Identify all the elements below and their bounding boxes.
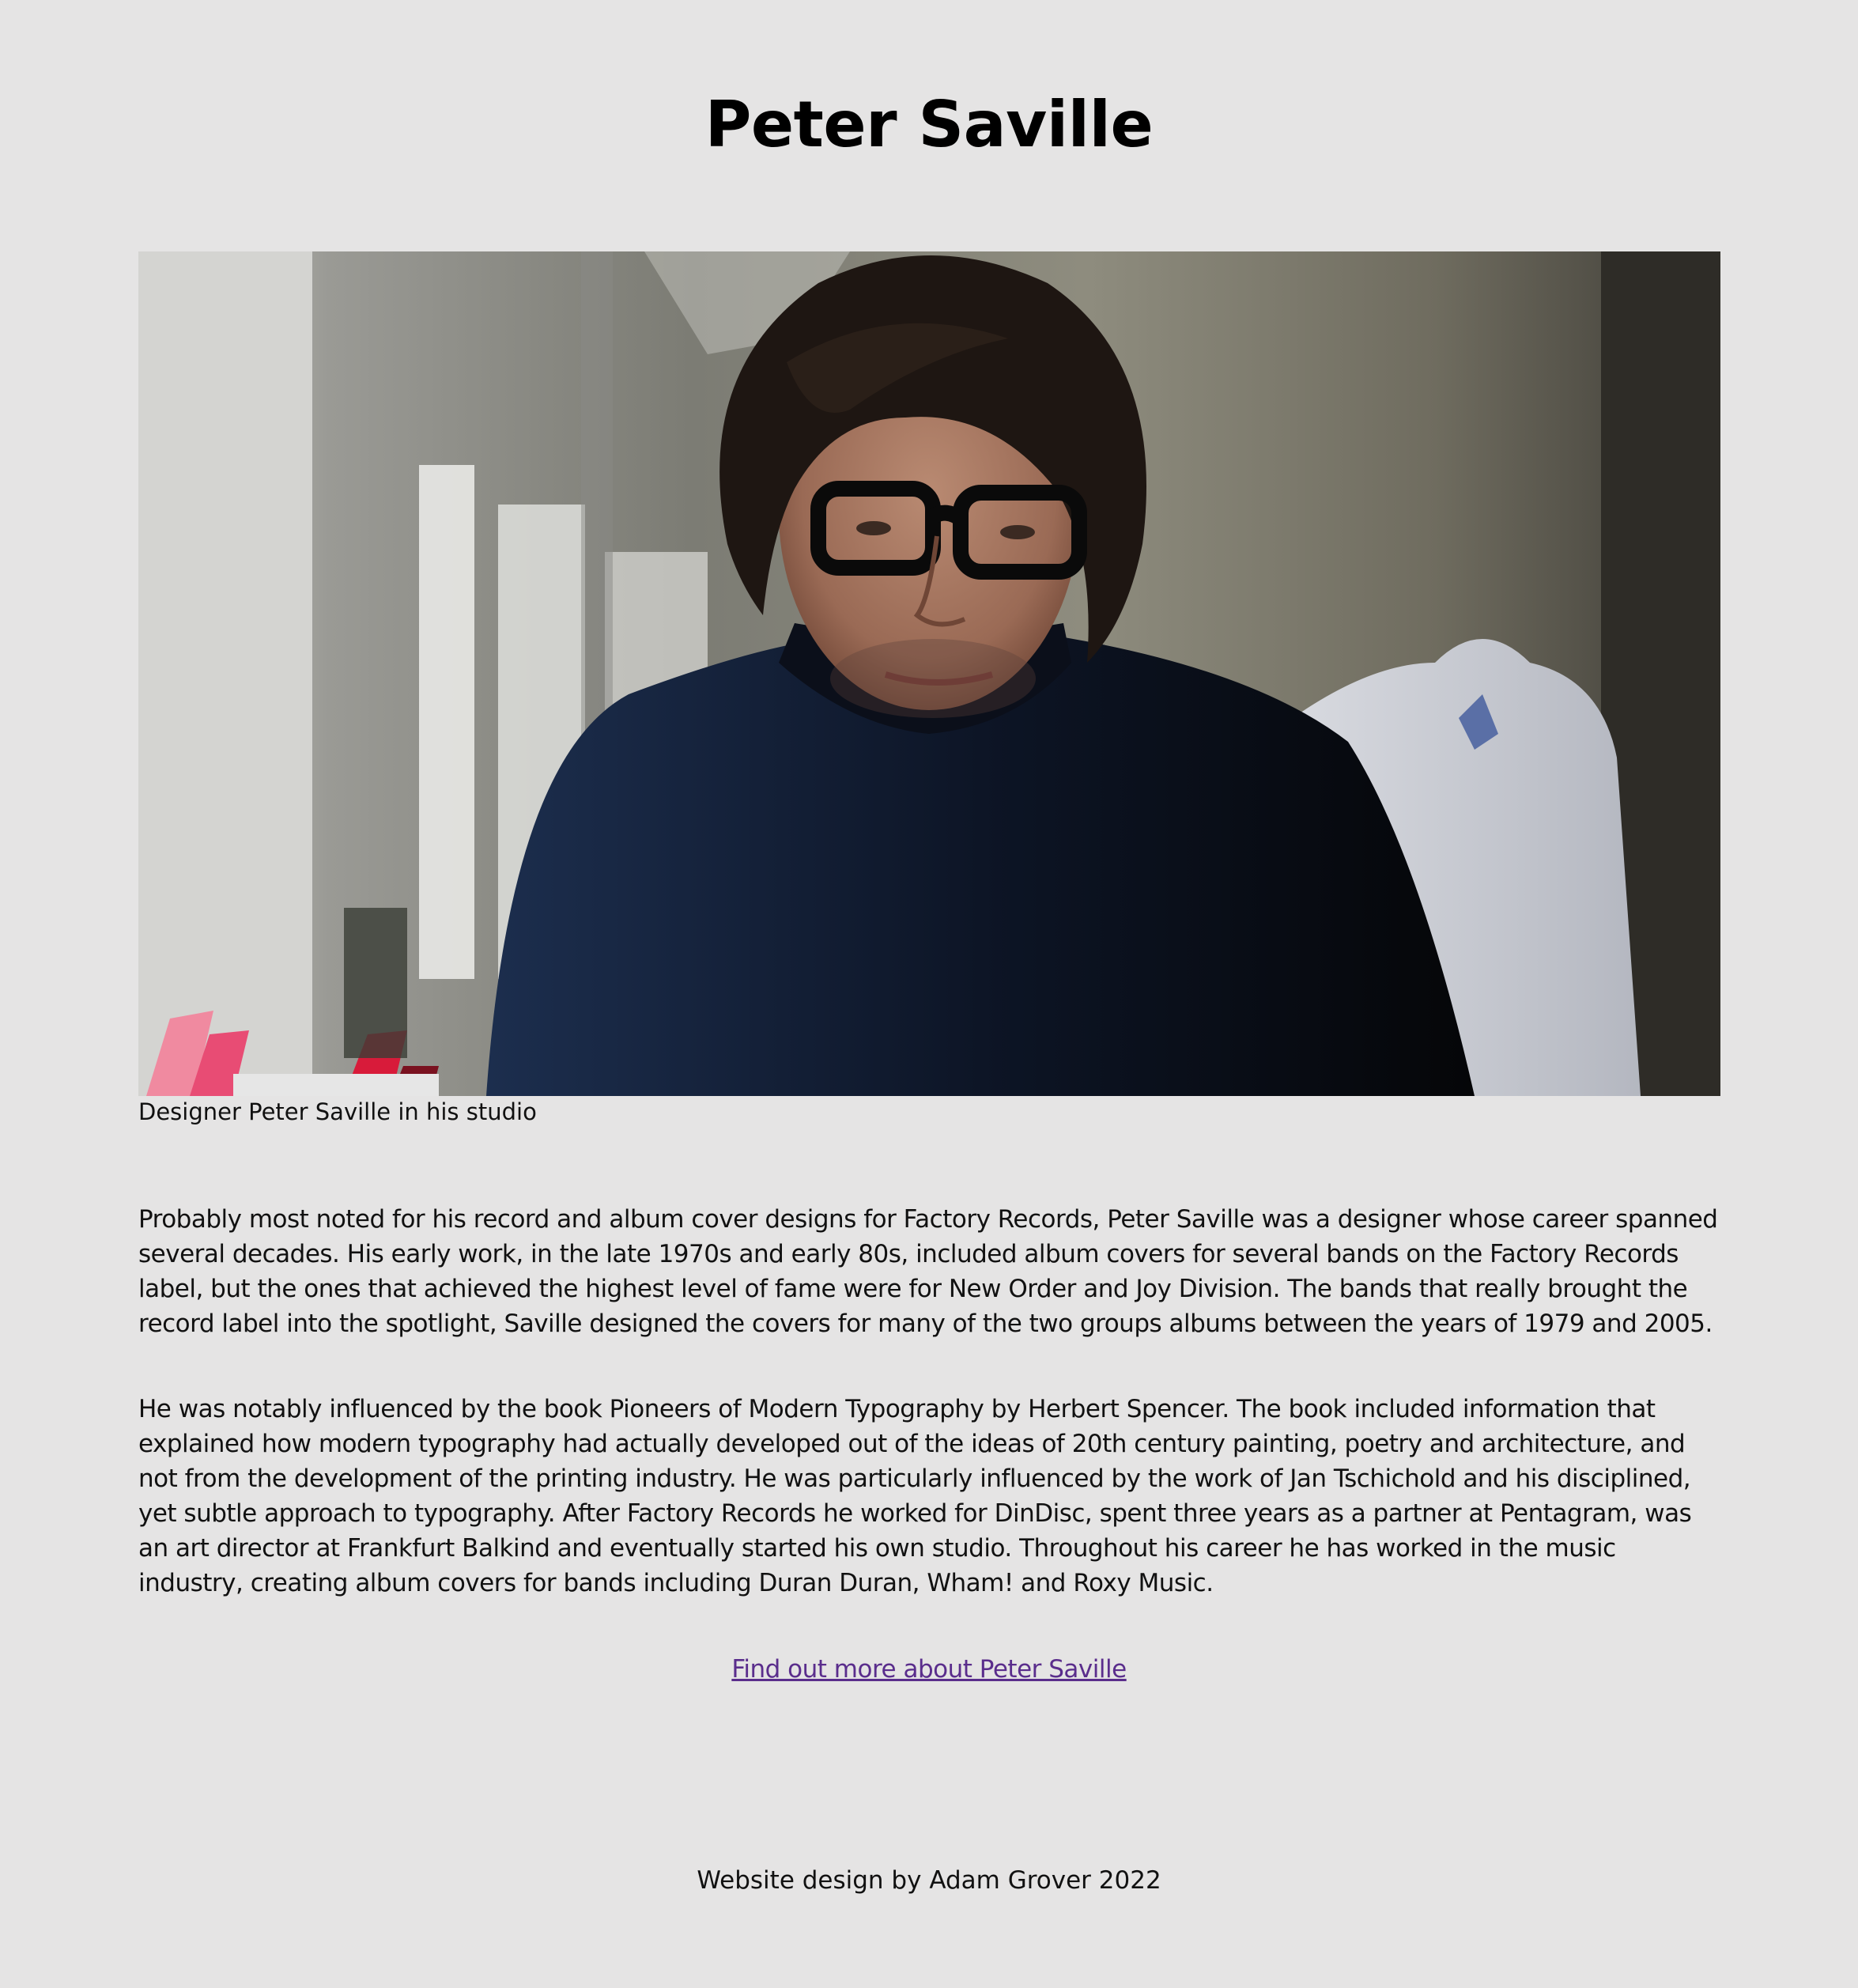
hero-photo (138, 251, 1720, 1096)
page: Peter Saville Designer Peter Saville in … (0, 0, 1858, 1988)
article-paragraph: Probably most noted for his record and a… (138, 1205, 1718, 1338)
hero-figure (138, 251, 1720, 1096)
footer-credit: Website design by Adam Grover 2022 (697, 1866, 1161, 1895)
find-out-more-link[interactable]: Find out more about Peter Saville (731, 1655, 1127, 1684)
hero-caption: Designer Peter Saville in his studio (138, 1098, 537, 1125)
page-title: Peter Saville (704, 88, 1154, 161)
more-link-container: Find out more about Peter Saville (0, 1653, 1858, 1686)
article-paragraph: He was notably influenced by the book Pi… (138, 1395, 1692, 1597)
